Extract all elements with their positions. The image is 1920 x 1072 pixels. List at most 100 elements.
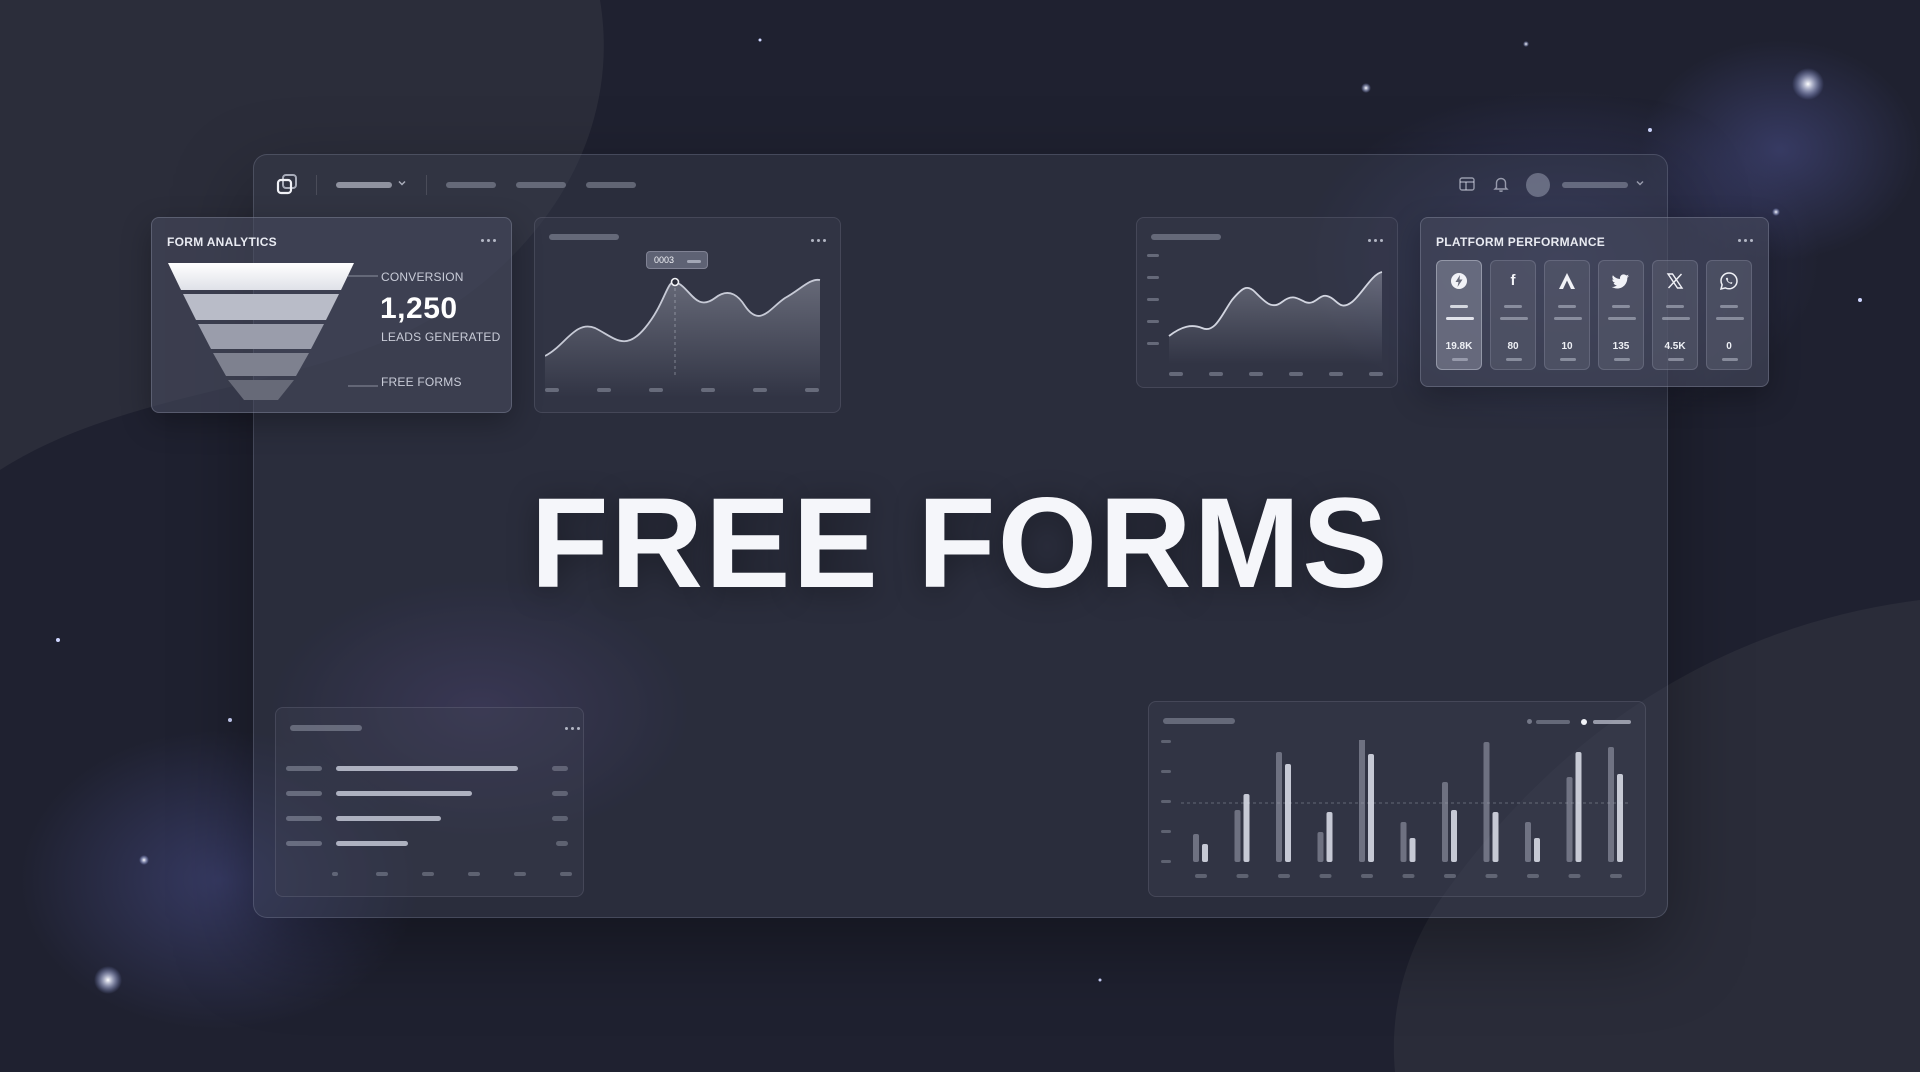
bar-primary xyxy=(1285,764,1291,862)
tile-bar xyxy=(1560,358,1576,361)
platform-tile[interactable]: f 80 xyxy=(1490,260,1536,370)
row-label xyxy=(286,816,322,821)
row-value xyxy=(552,766,568,771)
bar-secondary xyxy=(1566,777,1573,862)
nav-item-3[interactable] xyxy=(586,182,636,188)
tooltip-placeholder xyxy=(687,260,701,263)
row-label xyxy=(286,841,322,846)
x-tick xyxy=(514,872,526,876)
nav-item-1[interactable] xyxy=(446,182,496,188)
bell-icon[interactable] xyxy=(1492,175,1510,193)
twitter-bird-icon xyxy=(1611,274,1629,289)
platform-value: 135 xyxy=(1612,341,1630,352)
tile-bar xyxy=(1614,358,1630,361)
bar-secondary xyxy=(1442,782,1448,862)
x-tick xyxy=(1289,372,1303,376)
platform-performance-card: PLATFORM PERFORMANCE 19.8K f 80 10 135 4… xyxy=(1420,217,1769,387)
platform-tile[interactable]: 135 xyxy=(1598,260,1644,370)
card-title: FORM ANALYTICS xyxy=(167,235,277,249)
chevron-down-icon[interactable] xyxy=(396,177,408,189)
x-tick xyxy=(1369,372,1383,376)
more-options-icon[interactable] xyxy=(1738,238,1756,244)
app-logo-icon[interactable] xyxy=(276,173,298,195)
tile-bar xyxy=(1446,317,1474,320)
tile-bar xyxy=(1668,358,1684,361)
bar-primary xyxy=(1202,844,1208,862)
tile-bar xyxy=(1716,317,1744,320)
y-tick xyxy=(1161,800,1171,803)
bar-list-card xyxy=(275,707,584,897)
bar-primary xyxy=(1534,838,1540,862)
more-options-icon[interactable] xyxy=(565,726,583,732)
divider xyxy=(426,175,427,195)
calendar-icon[interactable] xyxy=(1458,175,1476,193)
platform-value: 0 xyxy=(1726,341,1732,352)
card-title-placeholder xyxy=(290,725,362,731)
x-tick xyxy=(560,872,572,876)
legend[interactable] xyxy=(1527,718,1637,726)
platform-tile[interactable]: 10 xyxy=(1544,260,1590,370)
more-options-icon[interactable] xyxy=(811,238,829,244)
funnel-stage-4 xyxy=(213,353,309,376)
platform-tile[interactable]: 19.8K xyxy=(1436,260,1482,370)
x-tick xyxy=(1329,372,1343,376)
x-logo-icon xyxy=(1666,273,1684,289)
funnel-stage-1 xyxy=(168,263,354,290)
tile-bar xyxy=(1554,317,1582,320)
more-options-icon[interactable] xyxy=(481,238,499,244)
bar-secondary xyxy=(1400,822,1407,862)
nav-item-2[interactable] xyxy=(516,182,566,188)
x-tick xyxy=(1527,874,1539,878)
more-options-icon[interactable] xyxy=(1368,238,1386,244)
x-tick xyxy=(332,872,338,876)
area-fill xyxy=(1169,272,1382,364)
x-tick xyxy=(753,388,767,392)
bar-primary xyxy=(1243,794,1250,862)
x-tick xyxy=(1361,874,1373,878)
x-tick xyxy=(1610,874,1622,878)
bar-primary xyxy=(1409,838,1416,862)
divider xyxy=(316,175,317,195)
x-tick xyxy=(1568,874,1581,878)
bar-secondary xyxy=(1193,834,1199,862)
user-menu[interactable] xyxy=(1562,182,1628,188)
y-tick xyxy=(1147,342,1159,345)
bar-secondary xyxy=(1276,752,1282,862)
avatar[interactable] xyxy=(1526,173,1550,197)
legend-dot xyxy=(1527,719,1532,724)
platform-tile[interactable]: 4.5K xyxy=(1652,260,1698,370)
bar-secondary xyxy=(1525,822,1531,862)
bar-primary xyxy=(1368,754,1374,862)
x-tick xyxy=(422,872,434,876)
horizontal-bar-list xyxy=(286,766,572,876)
x-tick xyxy=(1444,874,1456,878)
card-title-placeholder xyxy=(1151,234,1221,240)
y-tick xyxy=(1147,254,1159,257)
x-tick xyxy=(1278,874,1290,878)
y-tick xyxy=(1147,276,1159,279)
whatsapp-icon xyxy=(1719,272,1738,291)
bar-secondary xyxy=(1317,832,1324,862)
x-tick xyxy=(1169,372,1183,376)
chevron-down-icon[interactable] xyxy=(1634,177,1646,189)
x-tick xyxy=(1249,372,1263,376)
tile-bar xyxy=(1452,358,1468,361)
area-chart-card xyxy=(1136,217,1398,388)
legend-item xyxy=(1593,720,1631,724)
platform-value: 4.5K xyxy=(1664,341,1686,352)
x-tick xyxy=(1236,874,1249,878)
x-tick xyxy=(1209,372,1223,376)
free-forms-label: FREE FORMS xyxy=(381,375,462,389)
card-title-placeholder xyxy=(549,234,619,240)
x-tick xyxy=(1485,874,1498,878)
workspace-selector[interactable] xyxy=(336,182,392,188)
legend-dot xyxy=(1581,719,1587,725)
tile-bar xyxy=(1612,305,1630,308)
row-value xyxy=(556,841,568,846)
row-value xyxy=(552,791,568,796)
platform-tile[interactable]: 0 xyxy=(1706,260,1752,370)
line-chart-card: 0003 xyxy=(534,217,841,413)
bolt-icon xyxy=(1451,273,1467,289)
platform-value: 80 xyxy=(1507,341,1519,352)
x-tick xyxy=(376,872,388,876)
